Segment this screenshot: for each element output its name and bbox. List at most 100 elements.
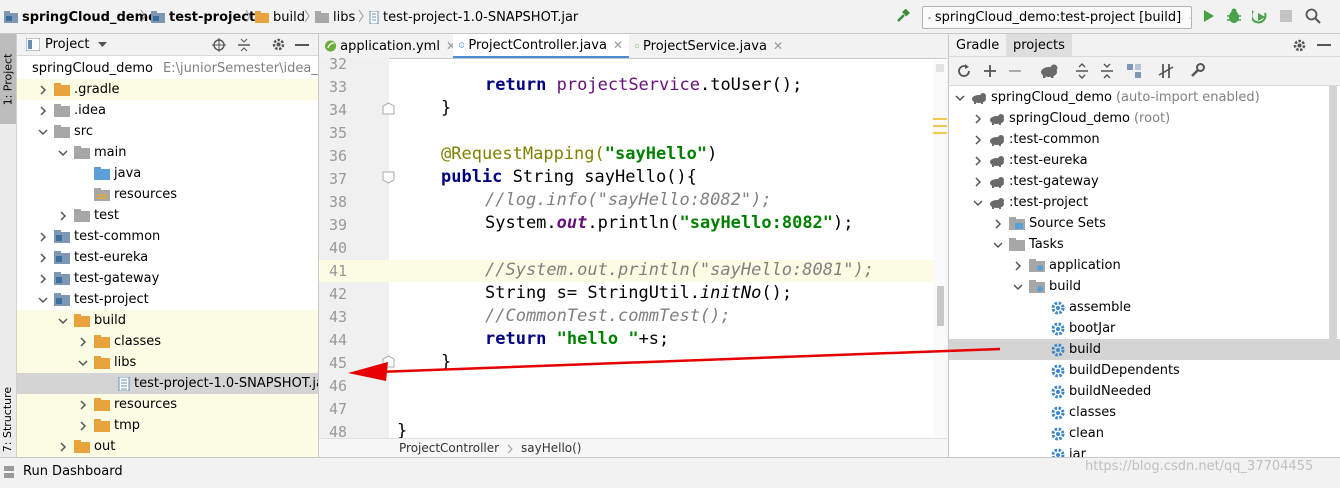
toggle-offline-mode-icon[interactable] xyxy=(1158,63,1174,79)
tab-project-service[interactable]: I ProjectService.java ✕ xyxy=(629,34,789,58)
tree-item[interactable]: tmp xyxy=(17,415,319,436)
tree-item[interactable]: classes xyxy=(17,331,319,352)
breadcrumb-class[interactable]: ProjectController xyxy=(399,441,499,455)
tool-windows-icon[interactable] xyxy=(4,466,14,478)
hide-minus-icon[interactable] xyxy=(295,44,309,46)
fold-marker-icon[interactable] xyxy=(382,102,395,115)
tree-item[interactable]: test-common xyxy=(17,226,319,247)
gradle-tree-item[interactable]: springCloud_demo (auto-import enabled) xyxy=(949,87,1340,108)
gradle-tree-item[interactable]: Source Sets xyxy=(949,213,1340,234)
tree-item[interactable]: resources xyxy=(17,394,319,415)
collapse-all-icon[interactable] xyxy=(237,38,251,52)
code-line[interactable]: //CommonTest.commTest(); xyxy=(485,305,731,328)
remove-minus-icon[interactable] xyxy=(1009,70,1021,72)
nav-crumb-project[interactable]: springCloud_demo xyxy=(4,8,157,26)
tree-item[interactable]: test-project xyxy=(17,289,319,310)
nav-crumb-module[interactable]: test-project xyxy=(151,8,255,26)
gradle-elephant-icon[interactable] xyxy=(1040,64,1058,78)
tree-item[interactable]: .idea xyxy=(17,100,319,121)
gradle-tool-window: Gradle projects springCloud_demo (auto-i… xyxy=(948,34,1340,457)
chevron-down-icon[interactable] xyxy=(98,42,107,48)
add-plus-icon[interactable] xyxy=(983,64,997,78)
tree-item[interactable]: .gradle xyxy=(17,79,319,100)
hammer-build-icon[interactable] xyxy=(896,9,910,23)
tree-item[interactable]: main xyxy=(17,142,319,163)
code-line[interactable]: String s= StringUtil.initNo(); xyxy=(485,282,792,305)
code-line[interactable]: return "hello "+s; xyxy=(485,328,669,351)
warning-marker[interactable] xyxy=(933,132,947,134)
gradle-tree-item[interactable]: :test-common xyxy=(949,129,1340,150)
wrench-settings-icon[interactable] xyxy=(1190,63,1205,78)
inspection-status-icon[interactable] xyxy=(936,64,944,72)
gradle-tree-item[interactable]: springCloud_demo (root) xyxy=(949,108,1340,129)
collapse-all-icon[interactable] xyxy=(1100,63,1114,79)
gear-icon[interactable] xyxy=(1292,38,1307,53)
run-with-coverage-icon[interactable] xyxy=(1252,9,1268,24)
run-dashboard-tab[interactable]: Run Dashboard xyxy=(23,464,123,479)
gradle-tree-item[interactable]: Tasks xyxy=(949,234,1340,255)
search-icon[interactable] xyxy=(1305,8,1321,24)
scrollbar-thumb[interactable] xyxy=(937,286,944,326)
nav-crumb-jar[interactable]: test-project-1.0-SNAPSHOT.jar xyxy=(369,8,578,26)
tree-item-selected[interactable]: test-project-1.0-SNAPSHOT.jar xyxy=(17,373,319,394)
refresh-icon[interactable] xyxy=(957,64,971,78)
code-line[interactable]: return projectService.toUser(); xyxy=(485,74,802,97)
tree-item[interactable]: springCloud_demo E:\juniorSemester\idea_… xyxy=(17,58,319,79)
expand-all-icon[interactable] xyxy=(1075,63,1089,79)
code-line[interactable]: } xyxy=(441,351,451,374)
tree-item[interactable]: src xyxy=(17,121,319,142)
gradle-tree-item[interactable]: :test-gateway xyxy=(949,171,1340,192)
gradle-tree-item[interactable]: :test-project xyxy=(949,192,1340,213)
tree-item[interactable]: test-eureka xyxy=(17,247,319,268)
code-line[interactable]: @RequestMapping("sayHello") xyxy=(441,143,717,166)
tree-item[interactable]: out xyxy=(17,436,319,457)
gradle-tree-item[interactable]: application xyxy=(949,255,1340,276)
gradle-tab[interactable]: Gradle xyxy=(949,34,1006,56)
tree-item[interactable]: build xyxy=(17,310,319,331)
gradle-task[interactable]: assemble xyxy=(949,297,1340,318)
editor-scrollbar[interactable] xyxy=(933,60,947,438)
breadcrumb-method[interactable]: sayHello() xyxy=(521,441,582,455)
gradle-scrollbar-thumb[interactable] xyxy=(1329,86,1337,348)
gradle-task-selected[interactable]: build xyxy=(949,339,1340,360)
code-line[interactable]: } xyxy=(441,97,451,120)
tree-item[interactable]: test-gateway xyxy=(17,268,319,289)
structure-tool-tab[interactable]: 7: Structure xyxy=(0,374,16,464)
fold-marker-icon[interactable] xyxy=(382,171,395,184)
warning-marker[interactable] xyxy=(933,125,947,127)
gear-icon[interactable] xyxy=(271,37,286,52)
hide-minus-icon[interactable] xyxy=(1317,44,1331,46)
tree-item[interactable]: libs xyxy=(17,352,319,373)
group-modules-icon[interactable] xyxy=(1126,63,1142,79)
close-icon[interactable]: ✕ xyxy=(773,39,783,53)
gradle-task[interactable]: buildNeeded xyxy=(949,381,1340,402)
project-tool-tab[interactable]: 1: Project xyxy=(0,34,16,124)
gradle-task[interactable]: buildDependents xyxy=(949,360,1340,381)
debug-bug-icon[interactable] xyxy=(1226,8,1242,24)
stop-icon[interactable] xyxy=(1280,10,1292,22)
tree-item[interactable]: resources xyxy=(17,184,319,205)
tab-project-controller[interactable]: c ProjectController.java ✕ xyxy=(453,34,629,58)
fold-marker-icon[interactable] xyxy=(382,355,395,368)
nav-crumb-build[interactable]: build xyxy=(255,8,305,26)
gradle-tree-item[interactable]: :test-eureka xyxy=(949,150,1340,171)
gradle-tree-item[interactable]: build xyxy=(949,276,1340,297)
gradle-task[interactable]: bootJar xyxy=(949,318,1340,339)
locate-target-icon[interactable] xyxy=(212,38,226,52)
code-line[interactable]: //log.info("sayHello:8082"); xyxy=(485,189,772,212)
warning-marker[interactable] xyxy=(933,118,947,120)
gradle-task[interactable]: classes xyxy=(949,402,1340,423)
run-configuration-select[interactable]: springCloud_demo:test-project [build] xyxy=(922,6,1192,29)
run-icon[interactable] xyxy=(1201,9,1215,23)
code-line[interactable]: public String sayHello(){ xyxy=(441,166,697,189)
code-line[interactable]: //System.out.println("sayHello:8081"); xyxy=(485,259,874,282)
tree-item-label: test-common xyxy=(74,229,160,244)
tree-item[interactable]: java xyxy=(17,163,319,184)
projects-tab[interactable]: projects xyxy=(1006,34,1072,56)
tree-item[interactable]: test xyxy=(17,205,319,226)
close-icon[interactable]: ✕ xyxy=(613,38,623,52)
nav-crumb-libs[interactable]: libs xyxy=(315,8,355,26)
gradle-task[interactable]: clean xyxy=(949,423,1340,444)
gradle-task[interactable]: jar xyxy=(949,444,1340,457)
code-line[interactable]: System.out.println("sayHello:8082"); xyxy=(485,212,854,235)
